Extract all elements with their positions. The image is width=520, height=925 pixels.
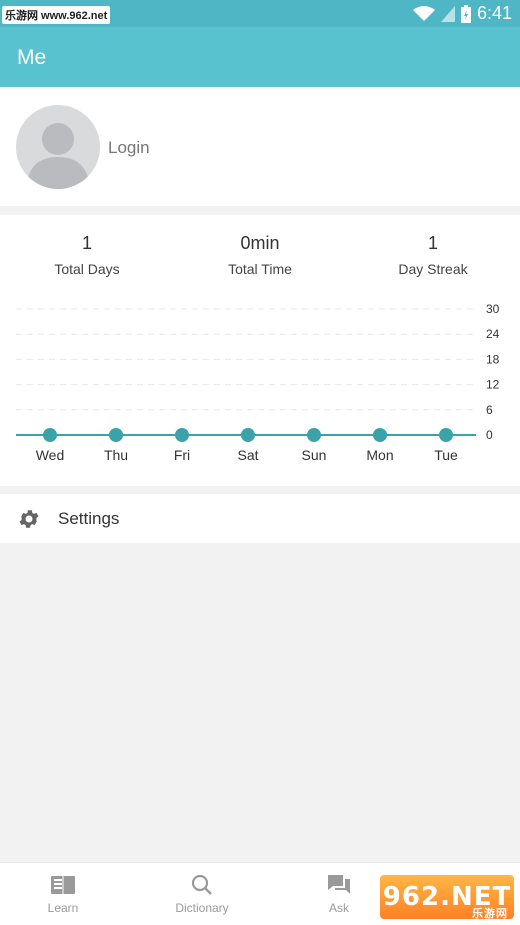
status-bar: 乐游网 www.962.net 6:41: [0, 0, 520, 27]
search-icon: [191, 874, 212, 895]
stat-total-days: 1 Total Days: [12, 233, 162, 277]
app-bar: Me: [0, 27, 520, 87]
watermark-logo: 962.NET 乐游网: [380, 875, 514, 920]
status-time: 6:41: [476, 3, 512, 23]
signal-icon: [440, 5, 455, 22]
stat-value: 1: [427, 233, 438, 253]
stat-day-streak: 1 Day Streak: [358, 233, 508, 277]
settings-label: Settings: [58, 509, 120, 528]
status-watermark-text: 乐游网 www.962.net: [2, 6, 111, 24]
gear-icon: [19, 510, 39, 528]
person-icon: [26, 123, 90, 189]
data-point: [307, 428, 321, 442]
y-tick-label: 0: [486, 428, 493, 442]
x-tick-label: Sun: [302, 447, 327, 463]
page-title: Me: [17, 46, 47, 69]
y-tick-label: 12: [486, 378, 500, 392]
nav-item-learn[interactable]: Learn: [18, 873, 108, 915]
settings-row[interactable]: Settings: [0, 494, 520, 543]
stat-label: Day Streak: [398, 261, 468, 277]
wifi-icon: [412, 5, 435, 21]
data-point: [109, 428, 123, 442]
x-tick-label: Sat: [237, 447, 258, 463]
nav-label: Ask: [328, 901, 349, 915]
stat-value: 0min: [240, 233, 280, 253]
stat-label: Total Days: [54, 261, 120, 277]
data-point: [43, 428, 57, 442]
y-tick-label: 6: [486, 403, 493, 417]
profile-section: Login: [0, 87, 520, 206]
battery-icon: [460, 4, 471, 23]
data-point: [241, 428, 255, 442]
nav-label: Dictionary: [175, 901, 229, 915]
x-tick-label: Tue: [434, 447, 458, 463]
nav-item-ask[interactable]: Ask: [294, 873, 384, 915]
stats-section: 1 Total Days 0min Total Time 1 Day Strea…: [0, 215, 520, 486]
data-point: [373, 428, 387, 442]
stat-label: Total Time: [228, 261, 292, 277]
activity-chart: 30 24 18 12 6 0 Wed Thu Fri Sat Sun Mon Tue: [16, 302, 500, 463]
stat-total-time: 0min Total Time: [185, 233, 335, 277]
nav-item-dictionary[interactable]: Dictionary: [157, 873, 247, 915]
x-tick-label: Thu: [104, 447, 128, 463]
y-tick-label: 30: [486, 302, 500, 316]
watermark-subtext: 乐游网: [472, 907, 508, 920]
y-tick-label: 24: [486, 327, 500, 341]
data-point: [439, 428, 453, 442]
x-tick-label: Wed: [36, 447, 65, 463]
login-link[interactable]: Login: [108, 138, 150, 158]
chat-icon: [328, 875, 350, 894]
data-point: [175, 428, 189, 442]
y-tick-label: 18: [486, 352, 500, 366]
stat-value: 1: [81, 233, 92, 253]
book-icon: [51, 876, 75, 894]
x-tick-label: Fri: [174, 447, 190, 463]
status-icons: 6:41: [412, 2, 512, 25]
x-tick-label: Mon: [366, 447, 393, 463]
avatar[interactable]: [16, 105, 100, 189]
nav-label: Learn: [47, 901, 79, 915]
